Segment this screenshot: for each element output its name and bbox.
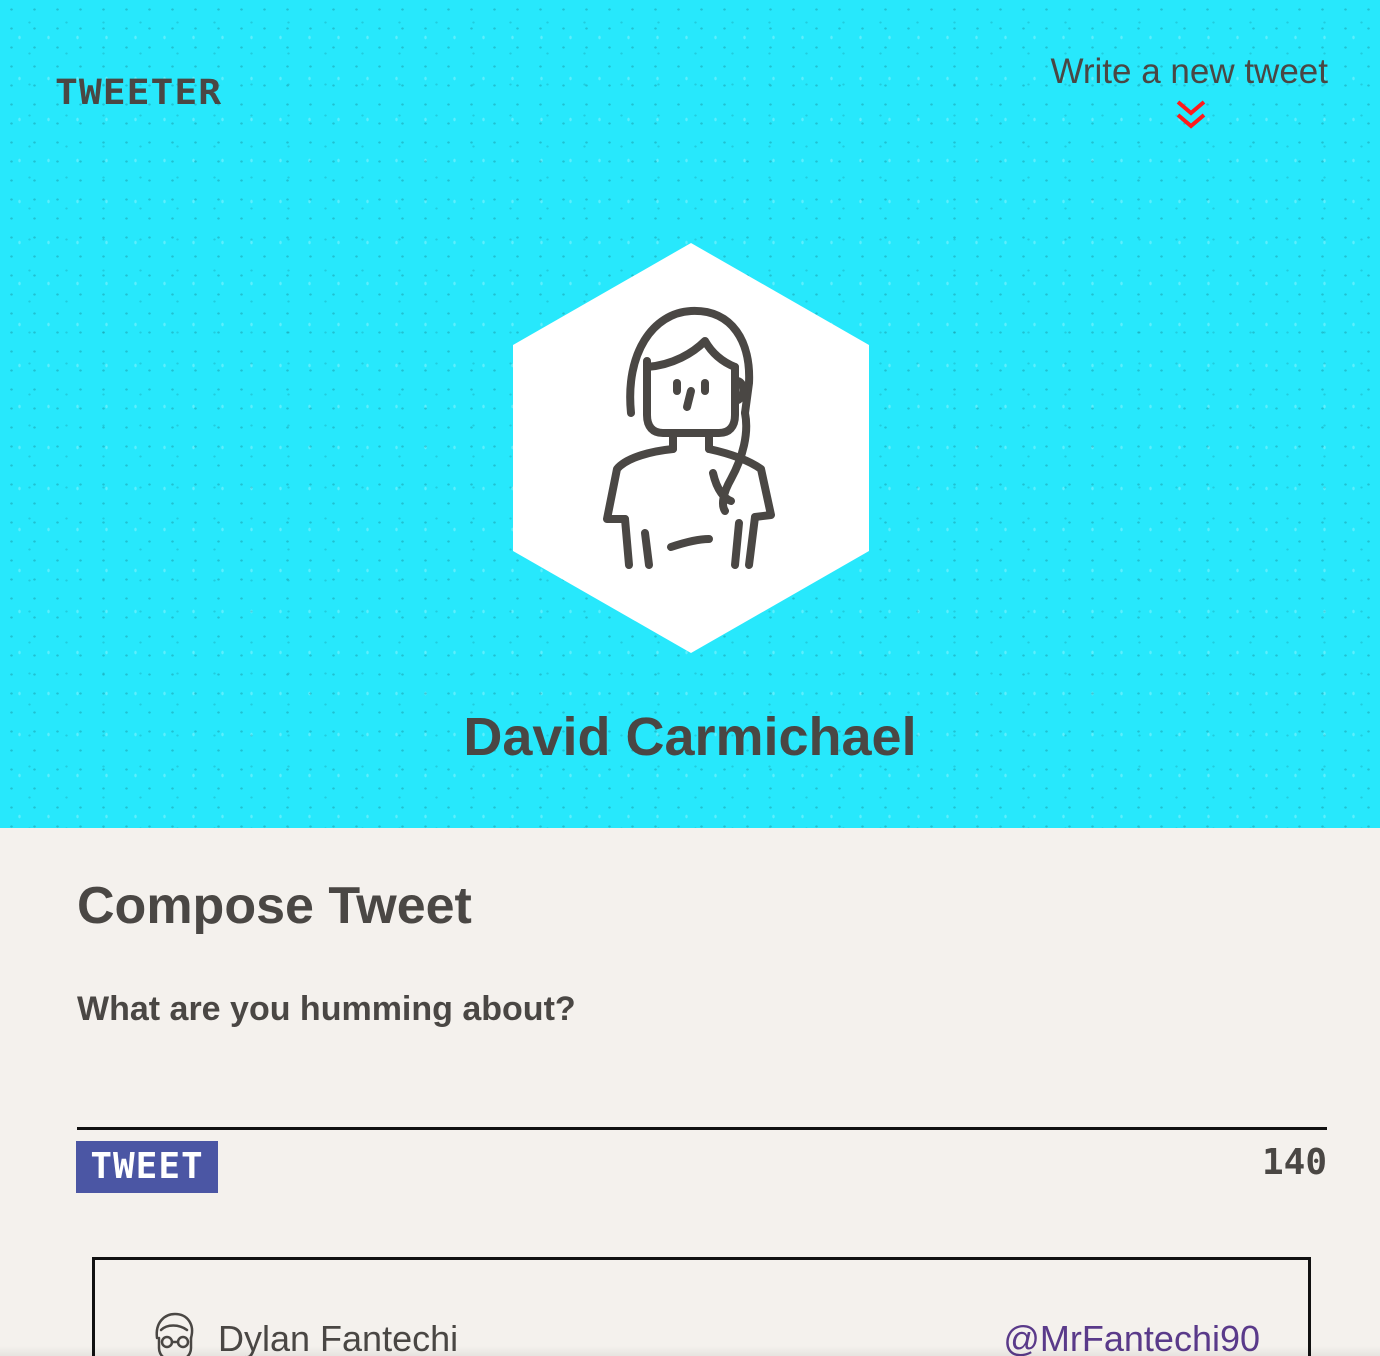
profile-name: David Carmichael <box>463 707 917 767</box>
character-counter: 140 <box>1261 1142 1327 1183</box>
tweet-submit-button[interactable]: TWEET <box>76 1141 218 1193</box>
compose-prompt-label: What are you humming about? <box>77 990 576 1028</box>
tweet-text-input[interactable] <box>77 1048 1327 1130</box>
double-chevron-down-icon[interactable] <box>1174 98 1208 132</box>
write-new-tweet-link[interactable]: Write a new tweet <box>1028 52 1328 92</box>
profile-avatar <box>513 243 869 653</box>
profile-header: TWEETER Write a new tweet David Carmicha… <box>0 0 1380 828</box>
tweet-card: Dylan Fantechi @MrFantechi90 <box>92 1257 1311 1356</box>
brand-logo[interactable]: TWEETER <box>55 72 222 112</box>
page-bottom-edge <box>0 1346 1380 1356</box>
compose-title: Compose Tweet <box>77 877 472 935</box>
